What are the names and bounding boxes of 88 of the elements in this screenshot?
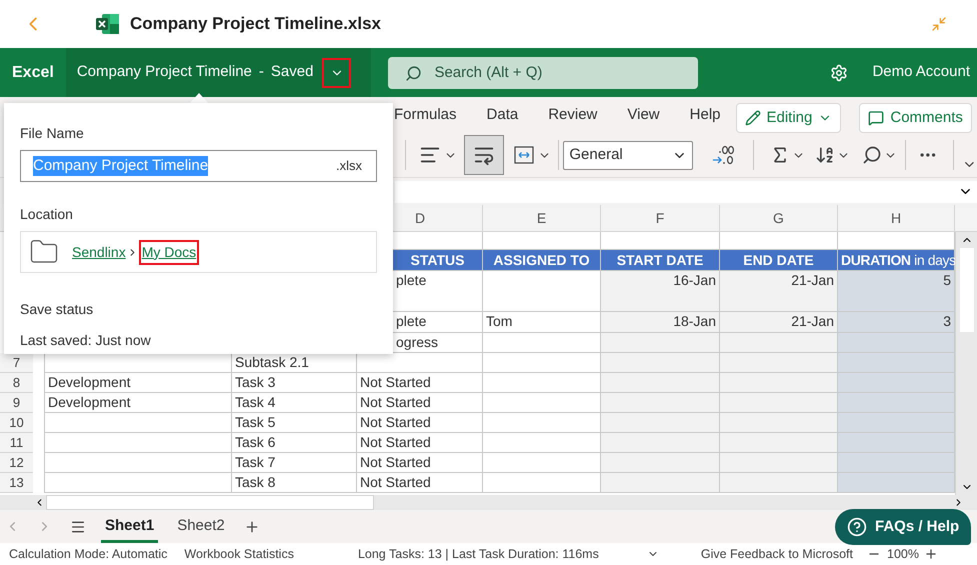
table-cell: 21-Jan [720, 312, 838, 333]
table-cell: Not Started [357, 473, 483, 493]
comments-button[interactable]: Comments [859, 103, 972, 133]
column-header[interactable]: H [838, 205, 955, 231]
column-header[interactable]: E [483, 205, 601, 231]
account-name[interactable]: Demo Account [872, 61, 970, 84]
search-icon [405, 64, 422, 82]
table-cell: Not Started [357, 453, 483, 473]
row-number[interactable]: 13 [0, 473, 33, 493]
column-header[interactable]: F [601, 205, 720, 231]
find-dropdown[interactable] [862, 145, 897, 165]
performance-status: Long Tasks: 13 | Last Task Duration: 116ms [358, 546, 599, 563]
sort-az-icon [814, 145, 835, 165]
feedback-link[interactable]: Give Feedback to Microsoft [700, 544, 853, 564]
table-cell: 16-Jan [601, 271, 720, 312]
table-cell: 3 [838, 312, 955, 333]
table-cell: Not Started [357, 373, 483, 393]
table-cell: plete [393, 271, 483, 312]
table-header-cell: STATUS [393, 250, 483, 271]
table-cell: Task 3 [232, 373, 357, 393]
zoom-level[interactable]: 100% [887, 544, 919, 564]
table-cell: ogress [393, 333, 483, 353]
ribbon-tab[interactable]: View [612, 97, 675, 133]
search-icon [862, 145, 882, 165]
table-cell: Development [44, 373, 232, 393]
table-header-cell: END DATE [720, 250, 838, 271]
comment-icon [868, 110, 884, 126]
file-name-field[interactable]: Company Project Timeline .xlsx [20, 150, 377, 182]
row-number[interactable]: 11 [0, 433, 33, 453]
table-cell: Task 8 [232, 473, 357, 493]
ribbon-tab[interactable]: Help [674, 97, 736, 133]
table-cell: plete [393, 312, 483, 333]
section-label: Save status [20, 300, 94, 319]
table-cell: Tom [483, 312, 601, 333]
table-cell: Task 4 [232, 393, 357, 413]
table-cell: Not Started [357, 433, 483, 453]
merge-dropdown[interactable] [514, 146, 552, 164]
table-cell: Not Started [357, 413, 483, 433]
vertical-scrollbar[interactable] [955, 232, 977, 495]
number-format-dropdown[interactable]: General [563, 140, 693, 170]
workbook-statistics[interactable]: Workbook Statistics [184, 544, 294, 564]
increase-decimal-button[interactable] [710, 144, 737, 166]
document-name-bar[interactable]: Company Project Timeline - Saved [66, 48, 372, 97]
pencil-icon [744, 110, 760, 126]
table-header-cell: START DATE [601, 250, 720, 271]
settings-icon[interactable] [830, 64, 848, 82]
editing-mode-button[interactable]: Editing [736, 103, 842, 133]
row-number[interactable]: 7 [0, 353, 33, 373]
row-number[interactable]: 9 [0, 393, 33, 413]
table-cell: Task 6 [232, 433, 357, 453]
table-cell: 18-Jan [601, 312, 720, 333]
table-cell: 5 [838, 271, 955, 312]
spreadsheet-logo-icon [96, 13, 120, 35]
scroll-thumb[interactable] [46, 495, 374, 510]
table-cell: 21-Jan [720, 271, 838, 312]
row-number[interactable]: 8 [0, 373, 33, 393]
ribbon-tab[interactable]: Review [533, 97, 612, 133]
merge-cells-icon [514, 146, 534, 164]
calculation-mode[interactable]: Calculation Mode: Automatic [9, 544, 168, 564]
table-header-cell: ASSIGNED TO [483, 250, 601, 271]
folder-link[interactable]: My Docs [138, 240, 200, 264]
table-cell: Not Started [357, 393, 483, 413]
document-title: Company Project Timeline.xlsx [130, 13, 381, 36]
sort-filter-dropdown[interactable] [814, 145, 850, 165]
field-label: File Name [20, 124, 85, 143]
ribbon-tab[interactable]: Formulas [392, 97, 472, 133]
zoom-in-icon[interactable] [924, 547, 938, 561]
ribbon-tab[interactable]: Data [472, 97, 534, 133]
sheet-tab[interactable]: Sheet2 [173, 510, 229, 543]
field-label: Location [20, 205, 74, 224]
increase-decimal-icon [710, 144, 737, 166]
table-cell: Task 5 [232, 413, 357, 433]
table-cell: Task 7 [232, 453, 357, 473]
row-number[interactable]: 12 [0, 453, 33, 473]
file-extension: .xlsx [336, 157, 362, 176]
folder-link[interactable]: Sendlinx [72, 242, 126, 262]
column-header[interactable]: G [720, 205, 838, 231]
table-cell: Development [44, 393, 232, 413]
app-name: Excel [11, 62, 55, 82]
menu-icon[interactable] [70, 518, 86, 534]
table-cell: Subtask 2.1 [232, 353, 357, 373]
wrap-text-button[interactable] [464, 135, 504, 175]
row-number[interactable]: 10 [0, 413, 33, 433]
help-icon [847, 517, 867, 537]
search-field[interactable]: Search (Alt + Q) [388, 56, 698, 88]
add-sheet-icon[interactable] [244, 518, 260, 534]
help-button[interactable]: FAQs / Help [835, 509, 972, 545]
last-saved-text: Last saved: Just now [20, 331, 152, 350]
